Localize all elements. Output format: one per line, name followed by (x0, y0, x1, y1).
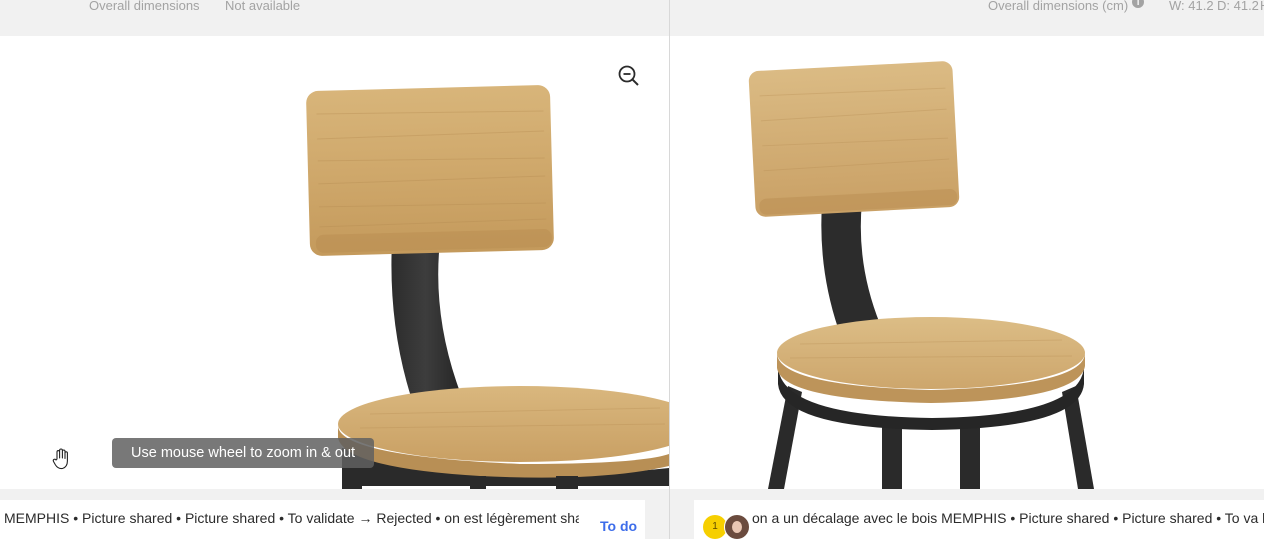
dimension-width: W: 41.2 (1169, 0, 1214, 13)
user-avatar (724, 514, 750, 539)
zoom-out-icon (618, 65, 639, 86)
hand-icon (52, 448, 72, 470)
comment-strip: 1 on a un décalage avec le bois MEMPHIS … (670, 489, 1264, 539)
dimension-depth: D: 41.2 (1217, 0, 1259, 13)
dimensions-bar: Overall dimensions (cm) i W: 41.2 D: 41.2… (670, 0, 1264, 36)
todo-status-link[interactable]: To do (600, 518, 637, 534)
left-viewer-pane: Overall dimensions Not available Use mou… (0, 0, 669, 539)
chair-render-zoomed (306, 85, 669, 489)
comment-card[interactable]: MEMPHIS • Picture shared • Picture share… (0, 500, 645, 539)
comment-text: MEMPHIS • Picture shared • Picture share… (4, 510, 579, 526)
zoom-out-button[interactable] (617, 64, 641, 88)
dimensions-value: Not available (225, 0, 301, 13)
dimension-height: H (1260, 0, 1264, 13)
dimensions-bar: Overall dimensions Not available (0, 0, 669, 36)
dimensions-label: Overall dimensions (cm) i (988, 0, 1145, 13)
comment-card[interactable]: 1 on a un décalage avec le bois MEMPHIS … (694, 500, 1264, 539)
product-3d-viewer[interactable] (670, 36, 1264, 489)
product-3d-viewer[interactable]: Use mouse wheel to zoom in & out (0, 36, 669, 489)
zoom-hint-tooltip: Use mouse wheel to zoom in & out (112, 438, 375, 468)
chair-render (748, 61, 1094, 489)
dimensions-label: Overall dimensions (89, 0, 200, 13)
comment-strip: MEMPHIS • Picture shared • Picture share… (0, 489, 669, 539)
comment-text: on a un décalage avec le bois MEMPHIS • … (752, 510, 1264, 526)
info-icon[interactable]: i (1132, 0, 1145, 8)
right-viewer-pane: Overall dimensions (cm) i W: 41.2 D: 41.2… (670, 0, 1264, 539)
